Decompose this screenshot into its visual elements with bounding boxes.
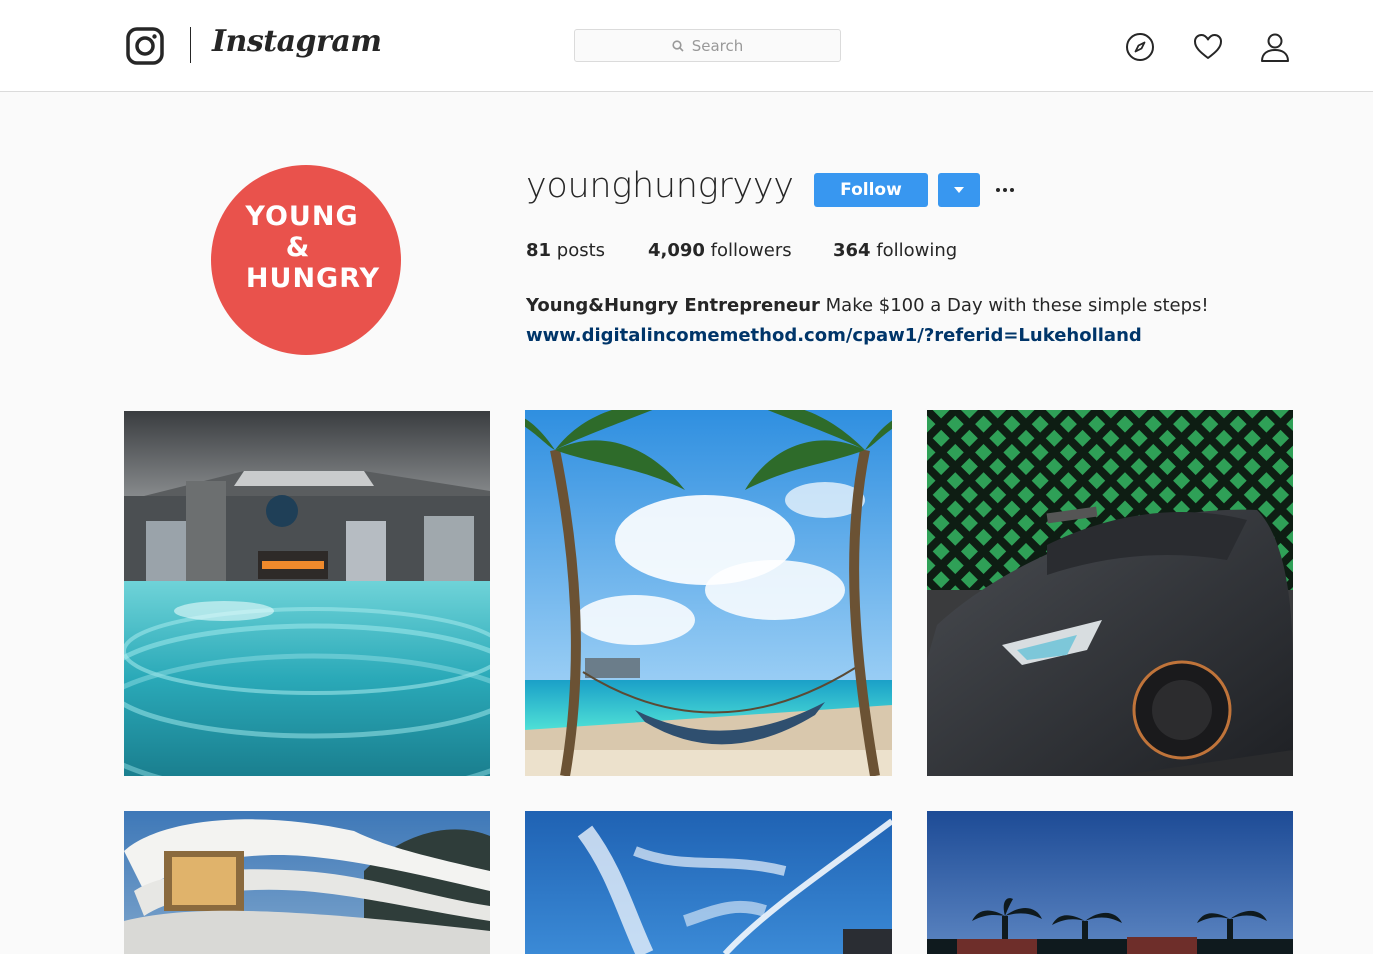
post-image-villa bbox=[124, 811, 490, 954]
profile-person-icon[interactable] bbox=[1259, 31, 1291, 63]
post-image-sky-contrails bbox=[525, 811, 892, 954]
post-thumbnail-5[interactable] bbox=[525, 811, 892, 954]
explore-compass-icon[interactable] bbox=[1124, 31, 1156, 63]
followers-count: 4,090 bbox=[648, 240, 705, 261]
profile-avatar: YOUNG & HUNGRY bbox=[211, 165, 401, 355]
bio-full-name: Young&Hungry Entrepreneur bbox=[526, 295, 820, 316]
avatar-line-ampersand: & bbox=[285, 232, 311, 263]
avatar-line-young: YOUNG bbox=[245, 201, 359, 232]
posts-label: posts bbox=[556, 240, 606, 261]
follow-button[interactable]: Follow bbox=[814, 173, 928, 207]
caret-down-icon bbox=[954, 187, 964, 193]
more-dot-icon bbox=[1003, 188, 1007, 192]
top-navigation-bar: Instagram Search bbox=[0, 0, 1373, 92]
post-image-palm-hammock bbox=[525, 410, 892, 776]
following-count: 364 bbox=[833, 240, 871, 261]
instagram-glyph-icon[interactable] bbox=[126, 27, 164, 65]
avatar-logo-text: YOUNG & HUNGRY bbox=[211, 201, 401, 294]
post-thumbnail-3[interactable] bbox=[927, 410, 1293, 776]
activity-heart-icon[interactable] bbox=[1192, 31, 1224, 63]
followers-stat[interactable]: 4,090 followers bbox=[648, 240, 792, 261]
following-label: following bbox=[876, 240, 958, 261]
post-image-indoor-pool bbox=[124, 411, 490, 776]
bio-website-link[interactable]: www.digitalincomemethod.com/cpaw1/?refer… bbox=[526, 321, 1209, 351]
profile-username: younghungryyy bbox=[526, 166, 794, 206]
post-thumbnail-1[interactable] bbox=[124, 411, 490, 776]
posts-count: 81 bbox=[526, 240, 552, 261]
following-stat[interactable]: 364 following bbox=[833, 240, 957, 261]
search-icon bbox=[672, 39, 684, 52]
profile-bio: Young&Hungry Entrepreneur Make $100 a Da… bbox=[526, 291, 1209, 351]
post-image-palms-dusk bbox=[927, 811, 1293, 954]
search-placeholder: Search bbox=[691, 36, 744, 55]
more-dot-icon bbox=[996, 188, 1000, 192]
posts-stat: 81 posts bbox=[526, 240, 605, 261]
suggested-accounts-dropdown-button[interactable] bbox=[938, 173, 980, 207]
avatar-line-hungry: HUNGRY bbox=[245, 263, 381, 294]
post-image-supercar bbox=[927, 410, 1293, 776]
post-thumbnail-2[interactable] bbox=[525, 410, 892, 776]
post-thumbnail-6[interactable] bbox=[927, 811, 1293, 954]
bio-text: Make $100 a Day with these simple steps! bbox=[825, 295, 1209, 316]
search-input[interactable]: Search bbox=[574, 29, 841, 62]
post-thumbnail-4[interactable] bbox=[124, 811, 490, 954]
more-options-button[interactable] bbox=[993, 182, 1017, 198]
instagram-wordmark[interactable]: Instagram bbox=[212, 24, 382, 59]
more-dot-icon bbox=[1010, 188, 1014, 192]
logo-divider bbox=[190, 27, 191, 63]
followers-label: followers bbox=[710, 240, 792, 261]
